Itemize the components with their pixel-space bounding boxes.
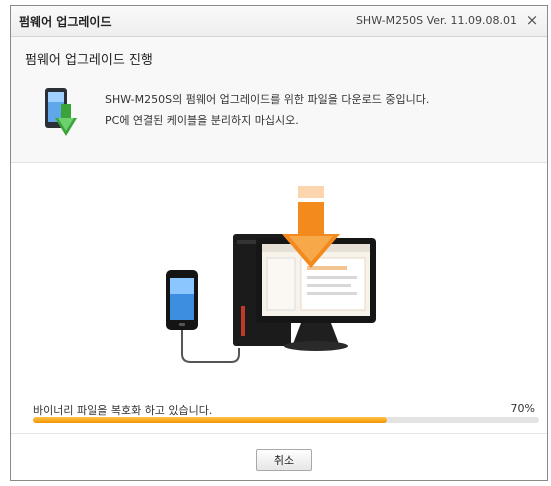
- footer-divider: [11, 433, 547, 434]
- message-line-1: SHW-M250S의 펌웨어 업그레이드를 위한 파일을 다운로드 중입니다.: [105, 93, 430, 106]
- version-label: SHW-M250S Ver. 11.09.08.01: [355, 14, 517, 27]
- window-title: 펌웨어 업그레이드: [19, 15, 112, 29]
- phone-icon: [166, 270, 198, 330]
- close-icon[interactable]: ×: [523, 11, 541, 29]
- header-panel: 펌웨어 업그레이드 진행 SHW-M250S의 펌웨어 업그레이드를 위한 파일…: [11, 37, 547, 163]
- usb-cable-icon: [181, 330, 240, 363]
- cancel-button[interactable]: 취소: [256, 449, 312, 471]
- phone-download-icon: [45, 88, 77, 136]
- message-line-2: PC에 연결된 케이블을 분리하지 마십시오.: [105, 114, 299, 127]
- firmware-upgrade-window: 펌웨어 업그레이드 SHW-M250S Ver. 11.09.08.01 × 펌…: [10, 5, 548, 481]
- title-bar: 펌웨어 업그레이드 SHW-M250S Ver. 11.09.08.01 ×: [11, 6, 547, 37]
- section-heading: 펌웨어 업그레이드 진행: [25, 53, 153, 68]
- upgrade-illustration: [166, 186, 376, 363]
- progress-percent: 70%: [510, 402, 535, 415]
- progress-bar: [33, 417, 539, 423]
- progress-status-text: 바이너리 파일을 복호화 하고 있습니다.: [33, 404, 213, 417]
- progress-bar-fill: [33, 417, 388, 423]
